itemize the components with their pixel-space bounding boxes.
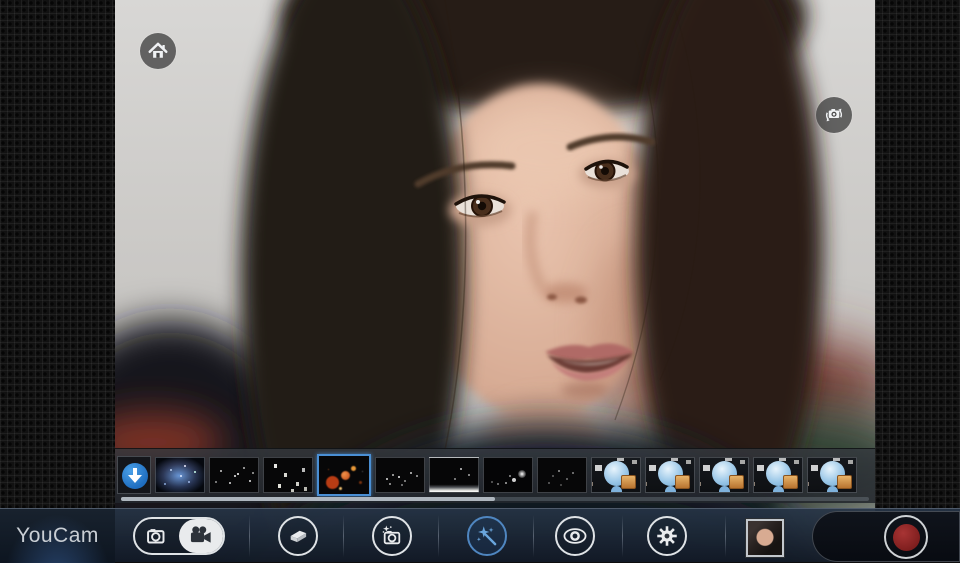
- get-more-effects[interactable]: [117, 456, 151, 494]
- eraser-button[interactable]: [278, 516, 318, 556]
- comet-effect-art: [518, 470, 526, 478]
- eraser-icon: [290, 530, 307, 543]
- filmstrip-scrollbar[interactable]: [121, 497, 869, 501]
- gift-effect-art: [658, 461, 683, 486]
- gift-effect-art: [604, 461, 629, 486]
- effect-party-figure-1[interactable]: [591, 457, 641, 493]
- record-icon: [892, 523, 920, 551]
- effect-party-figure-4[interactable]: [753, 457, 803, 493]
- toolbar-separator: [249, 515, 250, 557]
- photo-mode-option[interactable]: [135, 519, 179, 553]
- switch-camera-button[interactable]: [816, 97, 852, 133]
- toolbar-separator: [725, 515, 726, 557]
- effect-blue-nebula[interactable]: [155, 457, 205, 493]
- record-button[interactable]: [884, 515, 928, 559]
- eye-icon: [563, 528, 587, 544]
- app-window: YouCam: [0, 0, 960, 563]
- effect-party-figure-3[interactable]: [699, 457, 749, 493]
- effect-party-figure-5[interactable]: [807, 457, 857, 493]
- record-area: [812, 511, 960, 562]
- effect-falling-confetti[interactable]: [263, 457, 313, 493]
- capture-mode-toggle[interactable]: [133, 517, 225, 555]
- app-brand-label: YouCam: [16, 524, 99, 547]
- snapshot-enhance-button[interactable]: [372, 516, 412, 556]
- effects-filmstrip: [115, 448, 875, 503]
- preview-button[interactable]: [555, 516, 595, 556]
- toolbar-separator: [533, 515, 534, 557]
- effects-thumbnail-list: [117, 454, 857, 496]
- scatter-effect-art: [386, 478, 388, 480]
- effect-orange-bokeh[interactable]: [317, 454, 371, 496]
- bokeh-effect-art: [341, 471, 350, 480]
- effect-spark-scatter[interactable]: [375, 457, 425, 493]
- camera-sparkle-icon: [382, 525, 401, 545]
- confetti-effect-art: [274, 464, 277, 468]
- gift-effect-art: [712, 461, 737, 486]
- home-icon: [148, 42, 168, 58]
- effect-white-sparks[interactable]: [209, 457, 259, 493]
- toolbar-separator: [438, 515, 439, 557]
- effect-party-figure-2[interactable]: [645, 457, 695, 493]
- effects-button[interactable]: [467, 516, 507, 556]
- filmstrip-scrollbar-thumb[interactable]: [121, 497, 495, 501]
- photo-camera-icon: [147, 529, 165, 544]
- gear-icon: [657, 526, 677, 546]
- snowdrift-effect-art: [460, 468, 462, 470]
- gift-effect-art: [766, 461, 791, 486]
- effect-faint-dust[interactable]: [537, 457, 587, 493]
- sparks-effect-art: [234, 475, 236, 477]
- toolbar-separator: [343, 515, 344, 557]
- nebula-effect-art: [180, 475, 182, 477]
- magic-wand-icon: [476, 526, 497, 546]
- video-camera-icon: [190, 526, 211, 543]
- home-button[interactable]: [140, 33, 176, 69]
- brand-zone: YouCam: [0, 509, 115, 563]
- gift-effect-art: [820, 461, 845, 486]
- toolbar-separator: [622, 515, 623, 557]
- effect-snow-drift[interactable]: [429, 457, 479, 493]
- download-effect-art: [122, 463, 148, 489]
- effect-comet-trail[interactable]: [483, 457, 533, 493]
- settings-button[interactable]: [647, 516, 687, 556]
- dust-effect-art: [558, 470, 560, 472]
- switch-camera-icon: [825, 108, 843, 122]
- last-capture-thumbnail[interactable]: [745, 518, 785, 558]
- video-mode-option[interactable]: [179, 519, 223, 553]
